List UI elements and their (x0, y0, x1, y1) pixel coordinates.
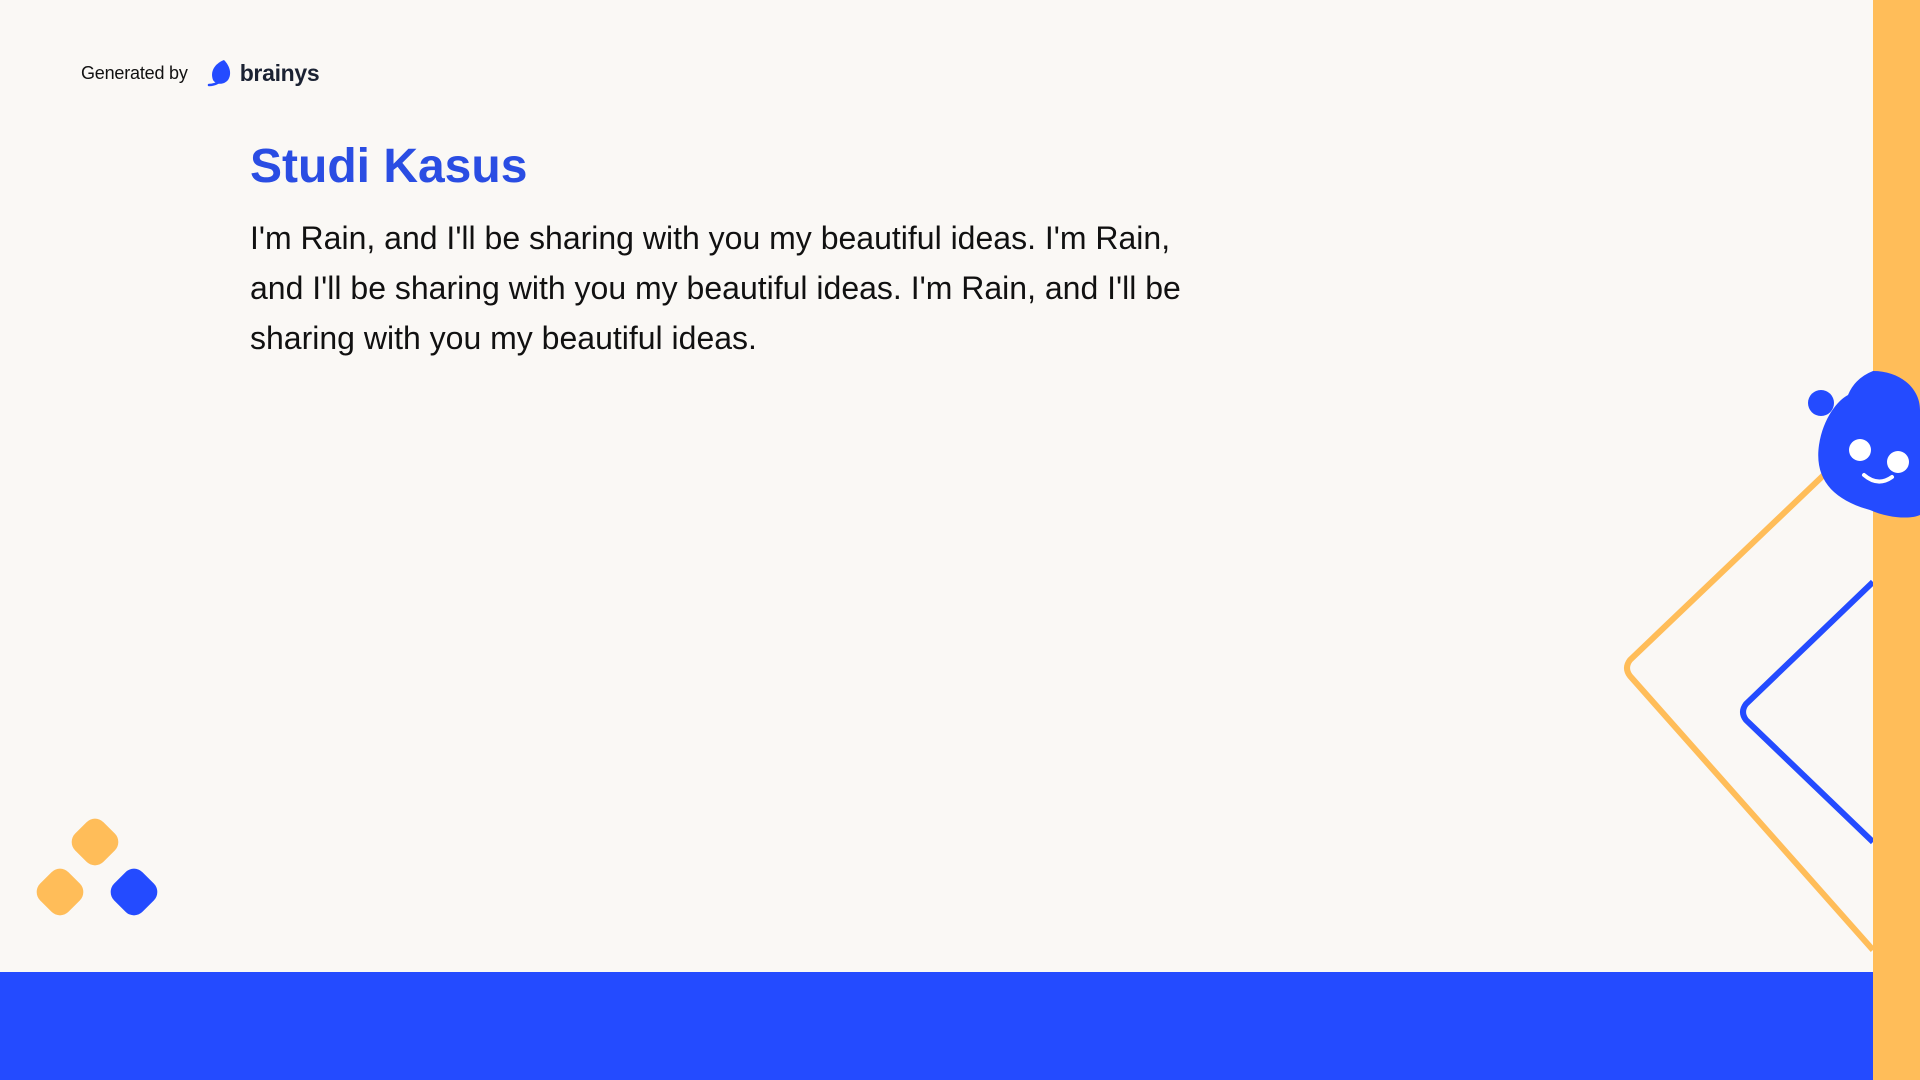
brand-header: Generated by brainys (81, 56, 320, 90)
slide-title: Studi Kasus (250, 140, 528, 193)
slide-body-text: I'm Rain, and I'll be sharing with you m… (250, 220, 1181, 356)
brainys-leaf-icon (207, 60, 230, 87)
generated-by-label: Generated by (81, 62, 188, 83)
diamond-cluster-icon (36, 818, 158, 916)
bottom-accent-bar (0, 972, 1873, 1080)
right-accent-stripe (1873, 0, 1920, 1080)
brand-name: brainys (239, 59, 320, 86)
smiling-blob-mascot-icon (1808, 371, 1920, 518)
